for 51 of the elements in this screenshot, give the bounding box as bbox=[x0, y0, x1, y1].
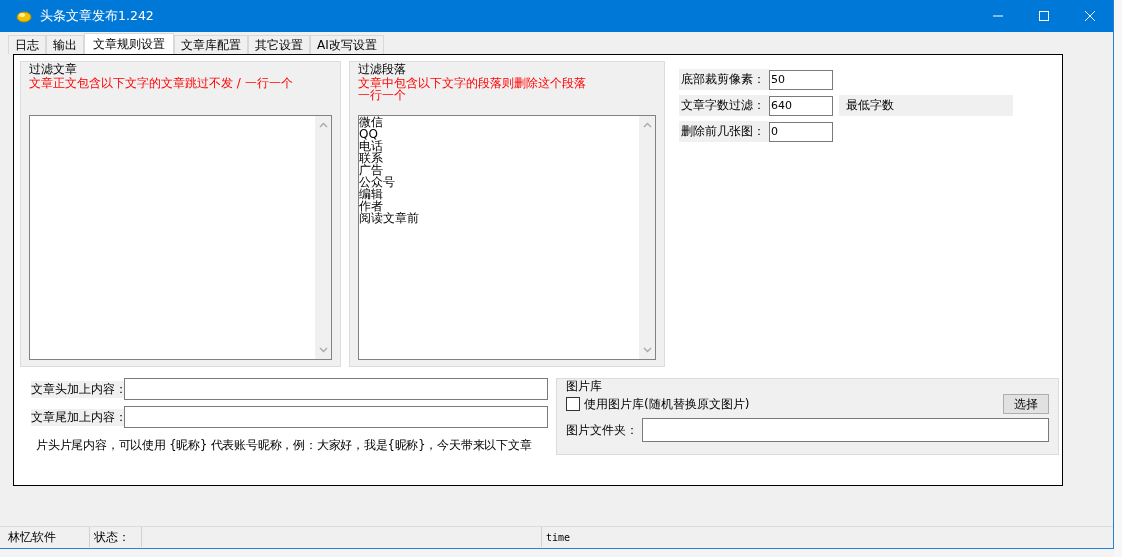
tab[interactable]: 输出 bbox=[46, 35, 84, 54]
tab[interactable]: 文章库配置 bbox=[174, 35, 248, 54]
group-title: 过滤文章 bbox=[29, 62, 78, 76]
scroll-up-icon[interactable] bbox=[642, 122, 652, 128]
field-label: 文章尾加上内容： bbox=[31, 408, 124, 426]
scroll-down-icon[interactable] bbox=[318, 347, 328, 353]
text-line: 公众号 bbox=[359, 176, 396, 188]
status-text: 状态： bbox=[90, 527, 142, 547]
close-icon[interactable] bbox=[1084, 10, 1096, 22]
input-field[interactable]: 50 bbox=[769, 69, 833, 90]
text-line: 联系 bbox=[359, 152, 384, 164]
app-icon bbox=[16, 9, 32, 23]
window-title: 头条文章发布1.242 bbox=[40, 7, 154, 25]
text-area[interactable] bbox=[29, 115, 332, 360]
scroll-down-icon[interactable] bbox=[642, 347, 652, 353]
hint-text: 一行一个 bbox=[358, 89, 406, 101]
checkbox[interactable] bbox=[566, 397, 580, 411]
help-text: 片头片尾内容，可以使用 {昵称} 代表账号昵称，例：大家好，我是{昵称}，今天带来以下文章 bbox=[35, 438, 533, 453]
text-line: 阅读文章前 bbox=[359, 212, 420, 224]
group-title: 图片库 bbox=[566, 379, 602, 393]
text-line: 微信 bbox=[359, 116, 384, 128]
field-label: 删除前几张图： bbox=[679, 121, 769, 142]
tab[interactable]: 文章规则设置 bbox=[84, 33, 174, 54]
scroll-up-icon[interactable] bbox=[318, 122, 328, 128]
checkbox-label: 使用图片库(随机替换原文图片) bbox=[584, 395, 750, 413]
tab[interactable]: 日志 bbox=[8, 35, 46, 54]
group-title: 过滤段落 bbox=[358, 62, 407, 76]
field-label: 文章头加上内容： bbox=[31, 380, 124, 398]
status-text: 林忆软件 bbox=[0, 527, 90, 547]
input-field[interactable] bbox=[124, 406, 548, 428]
text-line: 电话 bbox=[359, 140, 384, 152]
field-label: 图片文件夹： bbox=[566, 421, 639, 439]
field-label: 文章字数过滤： bbox=[679, 95, 769, 116]
input-field[interactable]: 0 bbox=[769, 121, 833, 142]
input-field[interactable] bbox=[124, 378, 548, 400]
text-line: 编辑 bbox=[359, 188, 383, 200]
text-line: QQ bbox=[359, 128, 379, 140]
text-area[interactable]: 微信 QQ 电话 联系 广告 公众号 编辑 作者 阅读文章前 bbox=[358, 115, 656, 360]
field-label: 底部裁剪像素： bbox=[679, 69, 769, 90]
field-note: 最低字数 bbox=[839, 95, 1013, 116]
input-field[interactable]: 640 bbox=[769, 95, 833, 116]
status-text: time bbox=[545, 530, 572, 545]
input-field[interactable] bbox=[641, 418, 1049, 442]
text-line: 广告 bbox=[359, 164, 383, 176]
select-button[interactable]: 选择 bbox=[1003, 394, 1049, 414]
hint-text: 文章中包含以下文字的段落则删除这个段落 bbox=[358, 77, 587, 89]
tab[interactable]: AI改写设置 bbox=[310, 35, 384, 54]
tab[interactable]: 其它设置 bbox=[248, 35, 310, 54]
hint-text: 文章正文包含以下文字的文章跳过不发 / 一行一个 bbox=[29, 77, 294, 89]
maximize-icon[interactable] bbox=[1038, 10, 1050, 22]
text-line: 作者 bbox=[359, 200, 383, 212]
